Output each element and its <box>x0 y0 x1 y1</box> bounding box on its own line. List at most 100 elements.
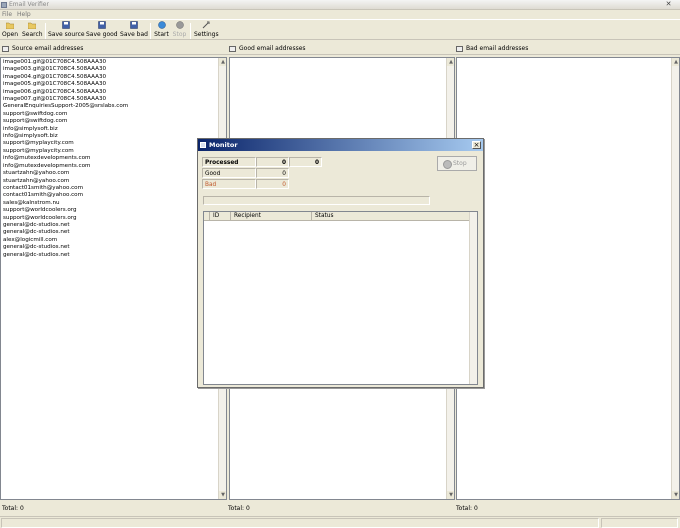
bad-total: Total: 0 <box>456 505 478 512</box>
list-item[interactable]: info@simplysoft.biz <box>3 133 128 140</box>
list-item[interactable]: general@dc-studios.net <box>3 252 128 259</box>
good-total: Total: 0 <box>228 505 250 512</box>
start-button[interactable]: Start <box>153 21 170 40</box>
source-pane-header: Source email addresses <box>0 43 228 55</box>
scroll-up-icon[interactable]: ▲ <box>672 58 679 66</box>
toolbar: Open Search Save source Save good Save b… <box>0 19 680 40</box>
list-item[interactable]: support@worldcoolers.org <box>3 207 128 214</box>
list-item[interactable]: sales@kalnstrom.nu <box>3 200 128 207</box>
list-item[interactable]: image003.gif@01C708C4.508AAA30 <box>3 66 128 73</box>
list-item[interactable]: GeneralEnquiriesSupport-2005@srslabs.com <box>3 103 128 110</box>
monitor-stop-button[interactable]: Stop <box>437 156 477 171</box>
save-good-button[interactable]: Save good <box>86 21 118 40</box>
progress-bar <box>203 196 430 205</box>
stop-icon <box>175 21 184 29</box>
list-item[interactable]: image001.gif@01C708C4.508AAA30 <box>3 59 128 66</box>
list-item[interactable]: support@worldcoolers.org <box>3 215 128 222</box>
vertical-scrollbar[interactable] <box>469 212 477 384</box>
list-item[interactable]: info@simplysoft.biz <box>3 126 128 133</box>
list-item[interactable]: image006.gif@01C708C4.508AAA30 <box>3 89 128 96</box>
scroll-up-icon[interactable]: ▲ <box>219 58 226 66</box>
list-item[interactable]: image004.gif@01C708C4.508AAA30 <box>3 74 128 81</box>
status-cell <box>601 518 678 528</box>
list-item[interactable]: image007.gif@01C708C4.508AAA30 <box>3 96 128 103</box>
list-item[interactable]: support@swiftdog.com <box>3 111 128 118</box>
menu-help[interactable]: Help <box>17 11 31 18</box>
good-pane-header: Good email addresses <box>227 43 455 55</box>
source-pane-title: Source email addresses <box>12 45 84 52</box>
search-label: Search <box>22 31 43 38</box>
monitor-dialog: Monitor × Processed 0 0 Good 0 Bad 0 Sto… <box>197 138 484 388</box>
good-pane-title: Good email addresses <box>239 45 306 52</box>
status-bar <box>0 516 680 528</box>
list-item[interactable]: support@myplaycity.com <box>3 140 128 147</box>
processed-value: 0 <box>256 157 289 167</box>
start-icon <box>157 21 166 29</box>
stop-button[interactable]: Stop <box>172 21 187 40</box>
list-icon <box>229 45 236 52</box>
scroll-down-icon[interactable]: ▼ <box>219 491 226 499</box>
save-bad-button[interactable]: Save bad <box>120 21 148 40</box>
bad-value: 0 <box>256 179 289 189</box>
list-item[interactable]: general@dc-studios.net <box>3 229 128 236</box>
list-item[interactable]: stuartzahn@yahoo.com <box>3 170 128 177</box>
column-header-recipient[interactable]: Recipient <box>232 212 312 221</box>
title-bar: Email Verifier ✕ <box>0 0 680 10</box>
open-label: Open <box>2 31 19 38</box>
bad-pane-title: Bad email addresses <box>466 45 529 52</box>
monitor-stop-label: Stop <box>453 160 467 167</box>
vertical-scrollbar[interactable]: ▲ ▼ <box>671 58 679 499</box>
source-list-items: image001.gif@01C708C4.508AAA30 image003.g… <box>3 59 128 259</box>
list-item[interactable]: stuartzahn@yahoo.com <box>3 178 128 185</box>
monitor-title: Monitor <box>209 141 238 149</box>
recipient-table[interactable]: ID Recipient Status <box>203 211 478 385</box>
source-email-list[interactable]: image001.gif@01C708C4.508AAA30 image003.g… <box>0 57 227 500</box>
folder-icon <box>6 22 14 29</box>
bad-pane-header: Bad email addresses <box>454 43 680 55</box>
settings-button[interactable]: Settings <box>194 21 219 40</box>
toolbar-separator <box>150 23 151 39</box>
window-title: Email Verifier <box>9 1 49 8</box>
save-source-button[interactable]: Save source <box>48 21 85 40</box>
good-label: Good <box>202 168 256 178</box>
list-icon <box>456 45 463 52</box>
stop-icon <box>443 160 452 169</box>
scroll-down-icon[interactable]: ▼ <box>447 491 454 499</box>
stop-label: Stop <box>172 31 187 38</box>
close-icon[interactable]: ✕ <box>664 1 673 9</box>
list-item[interactable]: support@swiftdog.com <box>3 118 128 125</box>
scroll-up-icon[interactable]: ▲ <box>447 58 454 66</box>
list-item[interactable]: info@mutexdevelopments.com <box>3 163 128 170</box>
row-header-cell <box>204 212 210 221</box>
list-item[interactable]: support@myplaycity.com <box>3 148 128 155</box>
list-item[interactable]: image005.gif@01C708C4.508AAA30 <box>3 81 128 88</box>
scroll-down-icon[interactable]: ▼ <box>672 491 679 499</box>
open-button[interactable]: Open <box>2 21 18 40</box>
toolbar-separator <box>190 23 191 39</box>
source-total: Total: 0 <box>2 505 24 512</box>
close-icon[interactable]: × <box>472 141 481 149</box>
menu-file[interactable]: File <box>2 11 12 18</box>
list-item[interactable]: contact01smith@yahoo.com <box>3 185 128 192</box>
floppy-disk-icon <box>61 21 70 29</box>
list-item[interactable]: general@dc-studios.net <box>3 244 128 251</box>
list-icon <box>2 45 9 52</box>
list-item[interactable]: general@dc-studios.net <box>3 222 128 229</box>
save-source-label: Save source <box>48 31 85 38</box>
app-icon <box>1 2 7 8</box>
list-item[interactable]: alex@logicmill.com <box>3 237 128 244</box>
bad-email-list[interactable]: ▲ ▼ <box>456 57 680 500</box>
column-header-status[interactable]: Status <box>313 212 471 221</box>
list-item[interactable]: contact01smith@yahoo.com <box>3 192 128 199</box>
search-button[interactable]: Search <box>22 21 43 40</box>
monitor-title-bar: Monitor × <box>198 139 483 151</box>
status-cell <box>1 518 599 528</box>
menu-bar: File Help <box>0 10 680 19</box>
floppy-disk-icon <box>130 21 138 29</box>
save-good-label: Save good <box>86 31 118 38</box>
bad-label: Bad <box>202 179 256 189</box>
column-header-id[interactable]: ID <box>211 212 231 221</box>
list-item[interactable]: info@mutexdevelopments.com <box>3 155 128 162</box>
good-value: 0 <box>256 168 289 178</box>
toolbar-separator <box>45 23 46 39</box>
